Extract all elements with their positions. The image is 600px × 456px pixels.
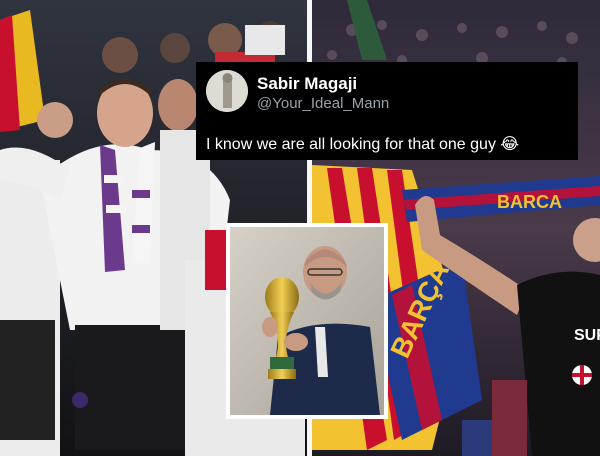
laughing-emoji-icon: 😂 — [500, 136, 520, 153]
display-name[interactable]: Sabir Magaji — [257, 74, 357, 94]
tweet-card[interactable]: Sabir Magaji @Your_Ideal_Mann I know we … — [196, 62, 578, 160]
profile-avatar[interactable] — [206, 70, 248, 112]
tweet-body: I know we are all looking for that one g… — [206, 136, 496, 153]
trophy-scene — [230, 227, 384, 415]
user-handle[interactable]: @Your_Ideal_Mann — [257, 95, 389, 112]
avatar-icon — [206, 70, 248, 112]
tweet-text: I know we are all looking for that one g… — [206, 134, 519, 154]
inset-trophy-photo — [226, 223, 388, 419]
shirt-text: SUP — [574, 327, 600, 344]
scarf-text: BARCA — [497, 192, 562, 212]
